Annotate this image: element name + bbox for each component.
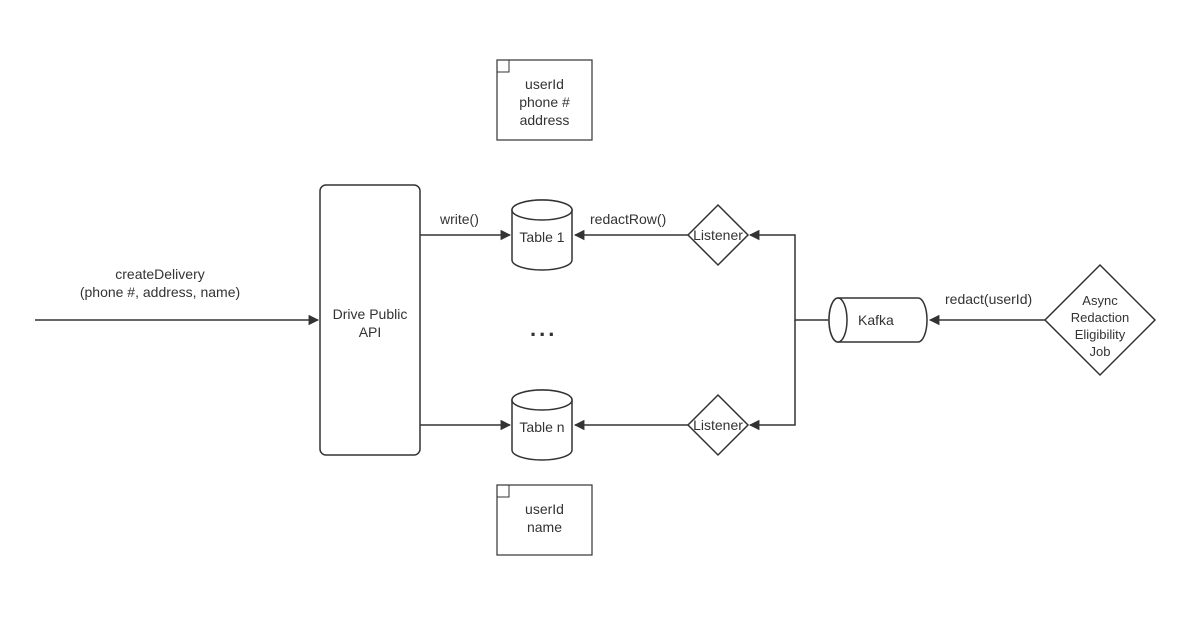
table1-label: Table 1 [516, 228, 568, 246]
edge-kafka-to-listeners [750, 235, 828, 320]
table1-note-text: userId phone # address [497, 75, 592, 130]
tableN-note-text: userId name [497, 500, 592, 536]
redact-label: redact(userId) [945, 290, 1032, 308]
redactrow-label: redactRow() [590, 210, 666, 228]
diagram-canvas [0, 0, 1200, 630]
listener1-label: Listener [690, 226, 746, 244]
listenerN-label: Listener [690, 416, 746, 434]
input-label: createDelivery (phone #, address, name) [60, 265, 260, 301]
tableN-label: Table n [516, 418, 568, 436]
kafka-label: Kafka [858, 311, 894, 329]
write-label: write() [440, 210, 479, 228]
api-label: Drive Public API [320, 305, 420, 341]
ellipsis: ... [530, 315, 557, 344]
edge-kafka-to-listenerN [750, 320, 795, 425]
job-label: Async Redaction Eligibility Job [1060, 293, 1140, 361]
